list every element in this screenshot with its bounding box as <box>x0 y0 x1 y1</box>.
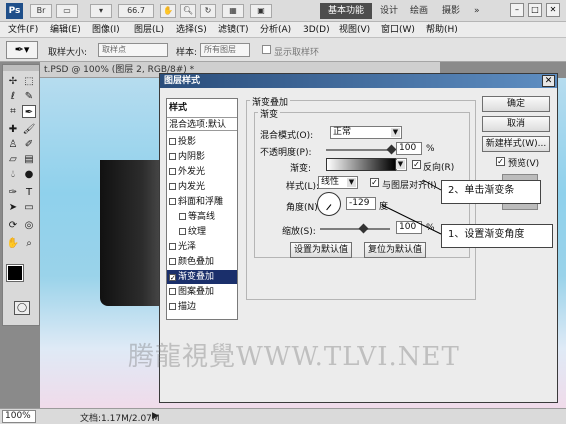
watermark-text: 腾龍視覺WWW.TLVI.NET <box>128 342 460 372</box>
